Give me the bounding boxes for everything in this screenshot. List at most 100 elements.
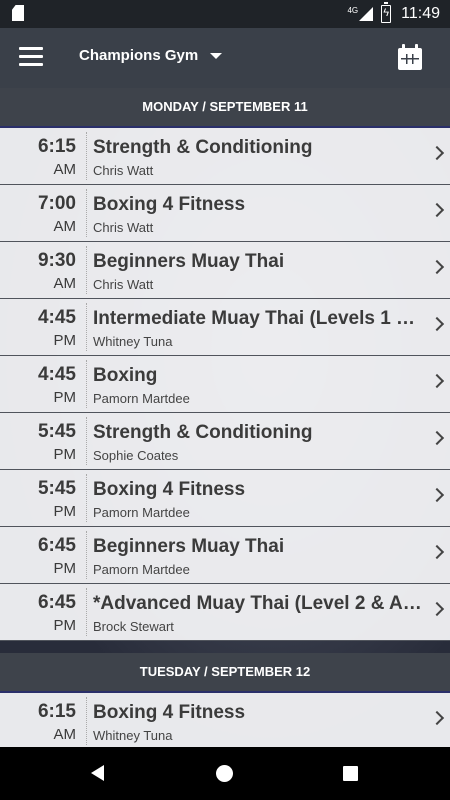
class-time-ampm: AM bbox=[53, 726, 77, 743]
time-divider bbox=[86, 189, 88, 237]
sd-card-icon bbox=[12, 5, 25, 22]
class-name: Beginners Muay Thai bbox=[93, 251, 285, 272]
chevron-right-icon bbox=[429, 544, 445, 560]
chevron-right-icon bbox=[429, 145, 445, 161]
class-time: 7:00 AM bbox=[0, 185, 86, 241]
battery-charging-icon bbox=[381, 2, 392, 23]
class-name: Boxing bbox=[93, 365, 158, 386]
time-divider bbox=[86, 588, 88, 636]
status-time: 11:49 bbox=[401, 5, 440, 22]
chevron-right-icon bbox=[429, 430, 445, 446]
class-name: Strength & Conditioning bbox=[93, 422, 313, 443]
class-name: Boxing 4 Fitness bbox=[93, 479, 246, 500]
class-time-hour: 4:45 bbox=[37, 307, 76, 328]
gym-name: Champions Gym bbox=[79, 47, 199, 64]
day-header: MONDAY / SEPTEMBER 11 bbox=[0, 88, 450, 128]
class-name: Boxing 4 Fitness bbox=[93, 702, 246, 723]
class-row[interactable]: 4:45 PM Boxing Pamorn Martdee bbox=[0, 356, 450, 413]
day-separator bbox=[0, 641, 450, 653]
time-divider bbox=[86, 417, 88, 465]
instructor-name: Whitney Tuna bbox=[93, 728, 173, 743]
signal-icon bbox=[359, 7, 374, 21]
class-row[interactable]: 7:00 AM Boxing 4 Fitness Chris Watt bbox=[0, 185, 450, 242]
menu-icon[interactable] bbox=[19, 46, 43, 68]
class-time-ampm: PM bbox=[53, 617, 77, 634]
class-time-ampm: PM bbox=[53, 503, 77, 520]
class-time-ampm: PM bbox=[53, 332, 77, 349]
dropdown-caret-icon bbox=[210, 52, 223, 59]
time-divider bbox=[86, 474, 88, 522]
class-time-hour: 5:45 bbox=[37, 478, 76, 499]
chevron-right-icon bbox=[429, 601, 445, 617]
system-nav-bar bbox=[0, 747, 450, 800]
chevron-right-icon bbox=[429, 316, 445, 332]
class-time: 4:45 PM bbox=[0, 356, 86, 412]
status-icons: 4G 11:49 bbox=[347, 0, 440, 28]
network-type-label: 4G bbox=[347, 5, 359, 15]
time-divider bbox=[86, 697, 88, 745]
class-time-ampm: AM bbox=[53, 218, 77, 235]
class-time: 6:45 PM bbox=[0, 584, 86, 640]
class-time-hour: 6:45 bbox=[37, 535, 76, 556]
class-row[interactable]: 6:45 PM *Advanced Muay Thai (Level 2 & A… bbox=[0, 584, 450, 641]
class-time: 6:15 AM bbox=[0, 128, 86, 184]
instructor-name: Sophie Coates bbox=[93, 448, 179, 463]
class-time-ampm: PM bbox=[53, 560, 77, 577]
recents-icon[interactable] bbox=[343, 766, 358, 781]
instructor-name: Pamorn Martdee bbox=[93, 562, 190, 577]
class-row[interactable]: 6:45 PM Beginners Muay Thai Pamorn Martd… bbox=[0, 527, 450, 584]
chevron-right-icon bbox=[429, 259, 445, 275]
instructor-name: Chris Watt bbox=[93, 220, 154, 235]
class-time: 4:45 PM bbox=[0, 299, 86, 355]
class-schedule-list[interactable]: MONDAY / SEPTEMBER 11 6:15 AM Strength &… bbox=[0, 88, 450, 747]
class-row[interactable]: 6:15 AM Boxing 4 Fitness Whitney Tuna bbox=[0, 693, 450, 747]
class-time-ampm: AM bbox=[53, 275, 77, 292]
class-row[interactable]: 6:15 AM Strength & Conditioning Chris Wa… bbox=[0, 128, 450, 185]
time-divider bbox=[86, 132, 88, 180]
chevron-right-icon bbox=[429, 202, 445, 218]
chevron-right-icon bbox=[429, 373, 445, 389]
class-time-ampm: PM bbox=[53, 446, 77, 463]
time-divider bbox=[86, 246, 88, 294]
time-divider bbox=[86, 303, 88, 351]
app-bar: Champions Gym bbox=[0, 28, 450, 88]
class-name: Strength & Conditioning bbox=[93, 137, 313, 158]
back-icon[interactable] bbox=[91, 765, 104, 781]
class-time-hour: 7:00 bbox=[37, 193, 76, 214]
class-time-hour: 4:45 bbox=[37, 364, 76, 385]
chevron-right-icon bbox=[429, 710, 445, 726]
class-time-hour: 6:45 bbox=[37, 592, 76, 613]
instructor-name: Pamorn Martdee bbox=[93, 505, 190, 520]
class-name: Boxing 4 Fitness bbox=[93, 194, 246, 215]
class-row[interactable]: 9:30 AM Beginners Muay Thai Chris Watt bbox=[0, 242, 450, 299]
chevron-right-icon bbox=[429, 487, 445, 503]
class-time: 5:45 PM bbox=[0, 413, 86, 469]
home-icon[interactable] bbox=[216, 765, 233, 782]
class-time: 6:15 AM bbox=[0, 693, 86, 747]
class-row[interactable]: 4:45 PM Intermediate Muay Thai (Levels 1… bbox=[0, 299, 450, 356]
class-name: *Advanced Muay Thai (Level 2 & A… bbox=[93, 593, 422, 614]
class-time-ampm: PM bbox=[53, 389, 77, 406]
instructor-name: Chris Watt bbox=[93, 163, 154, 178]
class-time: 6:45 PM bbox=[0, 527, 86, 583]
time-divider bbox=[86, 360, 88, 408]
class-time-hour: 6:15 bbox=[37, 701, 76, 722]
status-bar: 4G 11:49 bbox=[0, 0, 450, 28]
instructor-name: Chris Watt bbox=[93, 277, 154, 292]
class-row[interactable]: 5:45 PM Boxing 4 Fitness Pamorn Martdee bbox=[0, 470, 450, 527]
instructor-name: Brock Stewart bbox=[93, 619, 174, 634]
instructor-name: Whitney Tuna bbox=[93, 334, 173, 349]
calendar-icon[interactable] bbox=[398, 44, 422, 70]
class-time-hour: 9:30 bbox=[37, 250, 76, 271]
class-time: 5:45 PM bbox=[0, 470, 86, 526]
class-time-ampm: AM bbox=[53, 161, 77, 178]
time-divider bbox=[86, 531, 88, 579]
class-time: 9:30 AM bbox=[0, 242, 86, 298]
class-time-hour: 6:15 bbox=[37, 136, 76, 157]
day-header: TUESDAY / SEPTEMBER 12 bbox=[0, 653, 450, 693]
gym-selector-dropdown[interactable]: Champions Gym bbox=[79, 47, 223, 64]
class-name: Beginners Muay Thai bbox=[93, 536, 285, 557]
class-row[interactable]: 5:45 PM Strength & Conditioning Sophie C… bbox=[0, 413, 450, 470]
class-time-hour: 5:45 bbox=[37, 421, 76, 442]
instructor-name: Pamorn Martdee bbox=[93, 391, 190, 406]
